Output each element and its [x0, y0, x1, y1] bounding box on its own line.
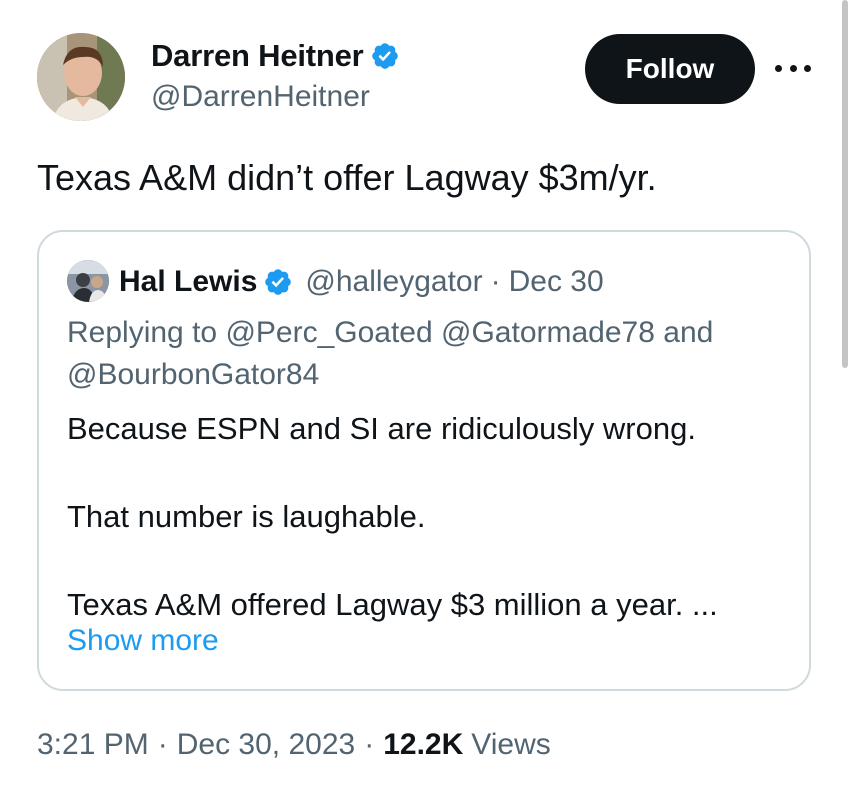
quoted-tweet-card[interactable]: Hal Lewis @halleygator · Dec 30 Replying… [37, 230, 811, 691]
quote-paragraph: That number is laughable. [67, 499, 426, 534]
page-scrollbar[interactable] [842, 0, 848, 368]
author-avatar-image [37, 33, 125, 121]
quote-separator: · [490, 265, 501, 298]
more-dot [789, 64, 797, 72]
quote-replying-to: Replying to @Perc_Goated @Gatormade78 an… [67, 312, 787, 396]
meta-separator: · [157, 728, 168, 761]
quote-body: Because ESPN and SI are ridiculously wro… [67, 407, 787, 627]
views-label[interactable]: Views [471, 728, 550, 762]
reply-mention[interactable]: @BourbonGator84 [67, 358, 319, 391]
quote-date[interactable]: Dec 30 [509, 265, 604, 299]
quote-author-handle[interactable]: @halleygator [305, 265, 482, 299]
verified-badge-icon[interactable] [263, 267, 293, 297]
show-more-link[interactable]: Show more [67, 624, 219, 658]
quote-header: Hal Lewis @halleygator · Dec 30 [119, 260, 604, 304]
more-dot [804, 64, 811, 72]
views-count[interactable]: 12.2K [383, 728, 463, 762]
author-handle[interactable]: @DarrenHeitner [151, 80, 370, 114]
verified-badge-icon[interactable] [370, 41, 400, 71]
quote-author-avatar[interactable] [67, 260, 109, 302]
quote-author-name[interactable]: Hal Lewis [119, 265, 257, 299]
reply-and: and [663, 316, 714, 349]
author-name-row: Darren Heitner [151, 36, 400, 76]
tweet-date[interactable]: Dec 30, 2023 [177, 728, 355, 762]
follow-button[interactable]: Follow [585, 34, 755, 104]
tweet-text: Texas A&M didn’t offer Lagway $3m/yr. [37, 157, 657, 198]
reply-mention[interactable]: @Perc_Goated [225, 316, 432, 349]
quote-paragraph: Because ESPN and SI are ridiculously wro… [67, 411, 696, 446]
author-name[interactable]: Darren Heitner [151, 38, 364, 74]
author-avatar[interactable] [37, 33, 125, 121]
meta-separator: · [364, 728, 375, 761]
tweet-time[interactable]: 3:21 PM [37, 728, 149, 762]
tweet-meta: 3:21 PM · Dec 30, 2023 · 12.2K Views [37, 728, 551, 762]
more-dot [775, 64, 782, 72]
quote-paragraph: Texas A&M offered Lagway $3 million a ye… [67, 587, 718, 622]
more-horizontal-icon[interactable] [775, 56, 811, 80]
reply-mention[interactable]: @Gatormade78 [441, 316, 655, 349]
reply-prefix: Replying to [67, 316, 218, 349]
quote-avatar-image [67, 260, 109, 302]
